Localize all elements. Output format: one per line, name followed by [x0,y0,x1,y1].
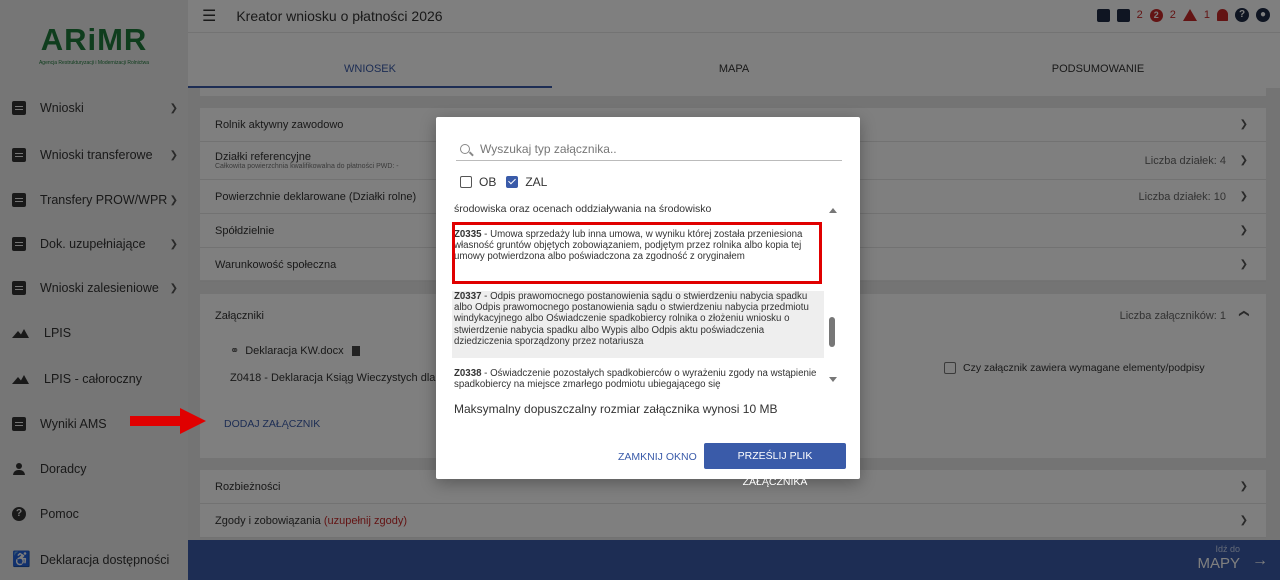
filter-zal-label: ZAL [525,175,548,189]
upload-attachment-button[interactable]: PRZEŚLIJ PLIK ZAŁĄCZNIKA [704,443,846,488]
close-dialog-button[interactable]: ZAMKNIJ OKNO [618,451,697,463]
filter-ob-label: OB [479,175,497,189]
filter-ob-checkbox[interactable] [460,176,472,188]
scroll-down-icon[interactable] [829,377,837,382]
list-item[interactable]: Z0337 - Odpis prawomocnego postanowienia… [452,291,824,358]
list-item[interactable]: środowiska oraz ocenach oddziaływania na… [452,204,824,218]
list-item[interactable]: Z0338 - Oświadczenie pozostałych spadkob… [452,368,824,392]
type-filters: OB ZAL [460,175,547,189]
filter-zal-checkbox[interactable] [506,176,519,188]
attachment-type-list: środowiska oraz ocenach oddziaływania na… [452,202,844,392]
list-item[interactable]: Z0335 - Umowa sprzedaży lub inna umowa, … [452,229,824,281]
attachment-type-dialog: OB ZAL środowiska oraz ocenach oddziaływ… [436,117,860,488]
search-input[interactable] [480,141,830,156]
search-field[interactable] [456,137,842,161]
scrollbar-thumb[interactable] [829,317,835,347]
scroll-up-icon[interactable] [829,208,837,213]
annotation-arrow-icon [130,408,206,434]
search-icon [460,143,470,154]
max-size-info: Maksymalny dopuszczalny rozmiar załączni… [454,402,778,416]
